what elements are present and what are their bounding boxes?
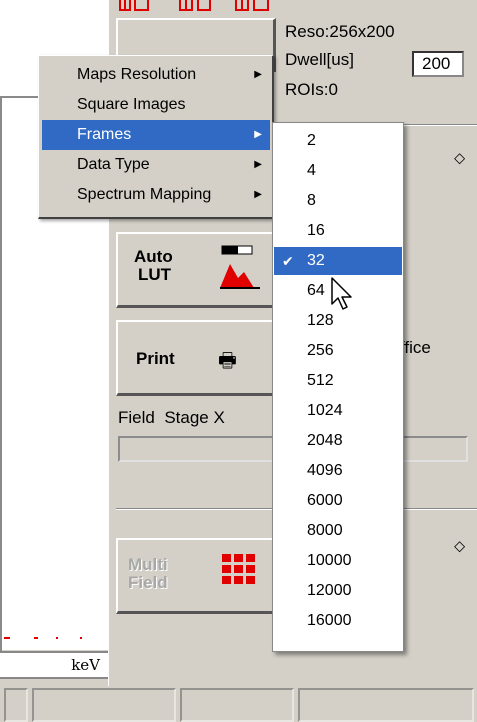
multi-field-label-1: Multi (128, 555, 168, 574)
status-bar (0, 686, 477, 722)
frames-option[interactable]: 2 (274, 127, 402, 155)
status-cell-2 (32, 688, 176, 722)
print-label: Print (136, 349, 175, 368)
expand-collapse-icon-2[interactable]: ⬦ (454, 538, 465, 556)
frames-option[interactable]: 1024 (274, 397, 402, 425)
frames-option[interactable]: 256 (274, 337, 402, 365)
submenu-arrow-icon: ▶ (254, 129, 262, 140)
frames-option[interactable]: 16000 (274, 607, 402, 635)
frames-submenu: 2 4 8 16 ✔ 32 64 128 256 512 1024 2048 40… (272, 122, 404, 652)
status-cell-1 (4, 688, 28, 722)
frames-option[interactable]: 512 (274, 367, 402, 395)
print-button[interactable]: Print 🖶 (116, 320, 276, 396)
map-thumbnail-icon (119, 0, 269, 11)
menu-item-maps-resolution[interactable]: Maps Resolution ▶ (42, 60, 270, 90)
menu-item-square-images[interactable]: Square Images (42, 90, 270, 120)
dwell-input[interactable]: 200 (412, 51, 464, 77)
menu-item-spectrum-mapping[interactable]: Spectrum Mapping ▶ (42, 180, 270, 210)
frames-option[interactable]: 16 (274, 217, 402, 245)
multi-field-label-2: Field (128, 573, 168, 592)
office-label: ffice (400, 338, 431, 357)
frames-option[interactable]: 2048 (274, 427, 402, 455)
pane-border-line (0, 98, 2, 653)
frames-option[interactable]: 4 (274, 157, 402, 185)
grid-fields-icon (222, 554, 255, 584)
mouse-cursor-icon (331, 277, 352, 310)
frames-option[interactable]: 8 (274, 187, 402, 215)
resolution-readout: Reso:256x200 (285, 22, 395, 41)
auto-lut-button[interactable]: Auto LUT (116, 232, 276, 308)
histogram-icon (220, 245, 260, 289)
frames-option[interactable]: 4096 (274, 457, 402, 485)
frames-option[interactable]: 10000 (274, 547, 402, 575)
auto-lut-label-1: Auto (134, 247, 173, 266)
frames-option[interactable]: 6000 (274, 487, 402, 515)
frames-option[interactable]: 8000 (274, 517, 402, 545)
printer-icon: 🖶 (218, 350, 237, 372)
context-menu: Maps Resolution ▶ Square Images Frames ▶ D… (38, 55, 274, 219)
expand-collapse-icon[interactable]: ⬦ (454, 150, 465, 168)
status-cell-4 (298, 688, 474, 722)
spectrum-trace (4, 637, 82, 639)
energy-axis-label: keV (0, 651, 108, 679)
submenu-arrow-icon: ▶ (254, 159, 262, 170)
submenu-arrow-icon: ▶ (254, 189, 262, 200)
submenu-arrow-icon: ▶ (254, 69, 262, 80)
field-stage-label: Field Stage X (118, 408, 225, 427)
checkmark-icon: ✔ (282, 253, 294, 269)
frames-option-selected[interactable]: ✔ 32 (274, 247, 402, 275)
rois-readout: ROIs:0 (285, 80, 338, 99)
auto-lut-label-2: LUT (138, 265, 172, 284)
status-cell-3 (180, 688, 294, 722)
multi-field-button[interactable]: Multi Field (116, 538, 276, 614)
dwell-label: Dwell[us] (285, 50, 354, 69)
menu-item-frames[interactable]: Frames ▶ (42, 120, 270, 150)
frames-option[interactable]: 12000 (274, 577, 402, 605)
menu-item-data-type[interactable]: Data Type ▶ (42, 150, 270, 180)
